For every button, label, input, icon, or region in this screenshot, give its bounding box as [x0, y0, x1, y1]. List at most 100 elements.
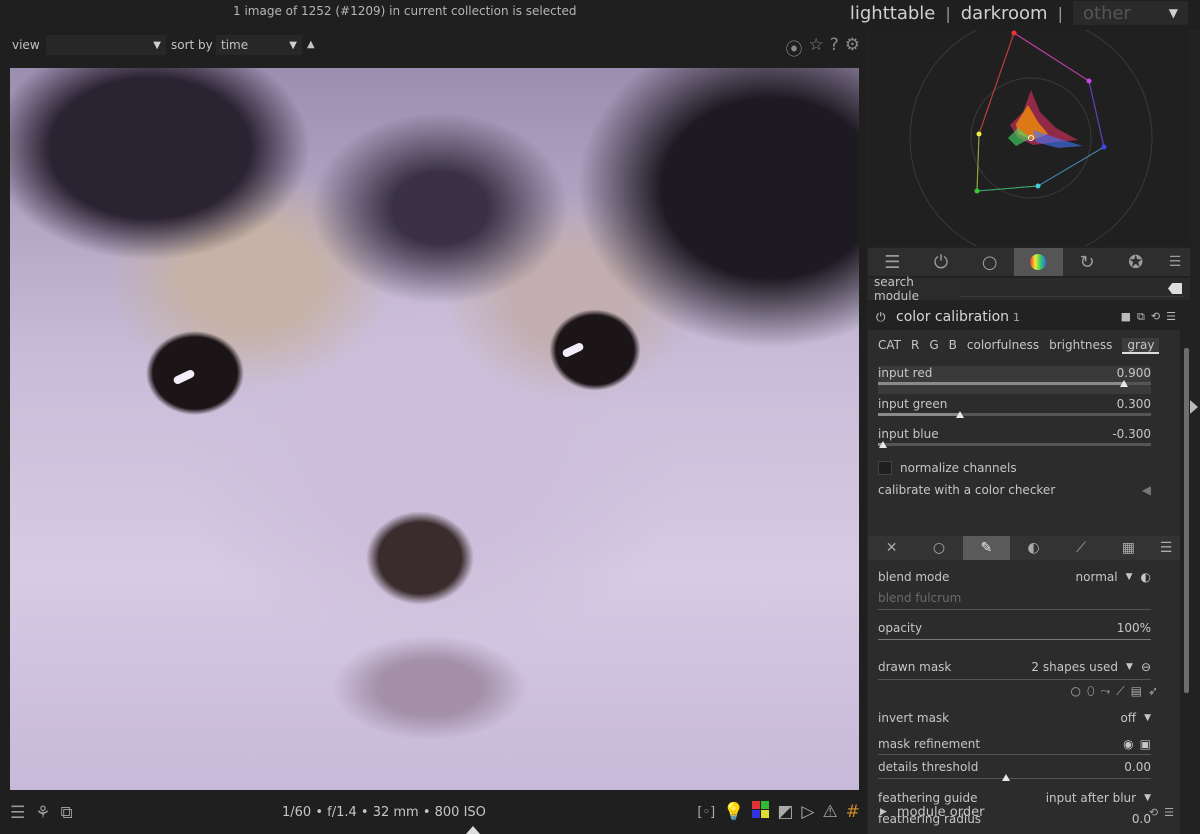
- drawn-mask-tab-icon[interactable]: ✎: [962, 536, 1010, 560]
- gamut-check-icon[interactable]: ▷: [801, 802, 814, 822]
- opacity-track[interactable]: [878, 639, 1151, 640]
- view-filter-dropdown[interactable]: ▼: [46, 35, 166, 55]
- collection-status: 1 image of 1252 (#1209) in current colle…: [233, 4, 577, 18]
- multi-instance-icon[interactable]: ⧉: [1137, 310, 1145, 324]
- raster-mask-tab-icon[interactable]: ▦: [1105, 536, 1152, 560]
- chevron-down-icon: ▼: [1126, 662, 1133, 672]
- mask-refinement-row[interactable]: mask refinement ◉ ▣: [878, 735, 1151, 753]
- module-body: CAT R G B colorfulness brightness gray i…: [868, 330, 1180, 834]
- input-blue-slider[interactable]: input blue -0.300: [878, 427, 1151, 455]
- expand-right-panel-icon[interactable]: [1190, 400, 1198, 414]
- help-icon[interactable]: ?: [830, 35, 839, 60]
- toolbar-icons: ⦿ ☆ ? ⚙: [785, 35, 860, 60]
- tab-brightness[interactable]: brightness: [1049, 338, 1112, 354]
- remove-shapes-icon[interactable]: ⊖: [1141, 660, 1151, 674]
- edited-image[interactable]: [10, 68, 859, 790]
- presets-icon[interactable]: ☰: [1164, 806, 1174, 819]
- guides-icon[interactable]: #: [846, 802, 860, 822]
- lightbulb-icon[interactable]: 💡: [723, 802, 744, 822]
- eye-icon[interactable]: ◉: [1123, 737, 1133, 751]
- blend-mode-value[interactable]: normal: [1076, 570, 1118, 584]
- styles-icon[interactable]: ⚘: [35, 803, 50, 823]
- module-order-row[interactable]: ▶ module order ⟲ ☰: [868, 800, 1180, 824]
- module-group-tabs: ☰ ⏻ ○ ↻ ✪ ☰: [868, 248, 1190, 276]
- gradient-shape-icon[interactable]: ▤: [1131, 684, 1142, 699]
- mask-off-tab-icon[interactable]: ✕: [868, 536, 915, 560]
- mask-indicator-icon[interactable]: ■: [1121, 310, 1131, 324]
- correct-modules-tab-icon[interactable]: ↻: [1063, 248, 1112, 276]
- vectorscope[interactable]: [868, 30, 1190, 246]
- bottom-right-icons: [◦] 💡 ◩ ▷ ⚠ #: [697, 801, 860, 823]
- color-assessment-icon[interactable]: [752, 801, 770, 823]
- color-labels-icon[interactable]: ⦿: [785, 35, 802, 60]
- drawn-mask-row[interactable]: drawn mask 2 shapes used ▼ ⊖: [878, 658, 1151, 676]
- expand-bottom-panel-icon[interactable]: [466, 826, 480, 834]
- tab-gray[interactable]: gray: [1122, 338, 1160, 354]
- hamburger-icon[interactable]: ☰: [1152, 536, 1180, 560]
- tab-g[interactable]: G: [929, 338, 938, 354]
- blend-mode-row[interactable]: blend mode normal ▼ ◐: [878, 568, 1151, 586]
- panel-scrollbar[interactable]: [1184, 348, 1189, 693]
- hamburger-icon[interactable]: ☰: [10, 803, 25, 823]
- module-header[interactable]: ⏻ color calibration 1 ■ ⧉ ⟲ ☰: [868, 304, 1180, 330]
- clear-search-icon[interactable]: [1168, 283, 1182, 294]
- brush-shape-icon[interactable]: ⟋: [1116, 684, 1124, 699]
- tab-r[interactable]: R: [911, 338, 919, 354]
- mask-display-icon[interactable]: ▣: [1140, 737, 1151, 751]
- active-modules-tab-icon[interactable]: ⏻: [917, 248, 966, 276]
- reset-icon[interactable]: ⟲: [1149, 806, 1158, 819]
- details-threshold-track[interactable]: [878, 778, 1151, 779]
- slider-label: input red: [878, 366, 933, 380]
- focus-peaking-icon[interactable]: [◦]: [697, 805, 715, 820]
- edit-shapes-icon[interactable]: ➶: [1148, 684, 1158, 699]
- slider-knob: [1119, 380, 1128, 387]
- uniform-mask-tab-icon[interactable]: ○: [915, 536, 962, 560]
- input-green-slider[interactable]: input green 0.300: [878, 397, 1151, 425]
- normalize-channels-checkbox[interactable]: [878, 461, 892, 475]
- tab-b[interactable]: B: [949, 338, 957, 354]
- drawn-parametric-mask-tab-icon[interactable]: ⟋: [1057, 536, 1104, 560]
- parametric-mask-tab-icon[interactable]: ◐: [1010, 536, 1057, 560]
- invert-mask-value[interactable]: off: [1120, 711, 1136, 725]
- slider-track: [878, 411, 1151, 418]
- ellipse-shape-icon[interactable]: ⬯: [1087, 684, 1095, 699]
- details-threshold-row[interactable]: details threshold 0.00: [878, 758, 1151, 776]
- opacity-row[interactable]: opacity 100%: [878, 619, 1151, 637]
- star-icon[interactable]: ☆: [808, 35, 823, 60]
- quick-access-tab-icon[interactable]: ☰: [868, 248, 917, 276]
- circle-shape-icon[interactable]: ○: [1071, 684, 1081, 699]
- view-other-dropdown[interactable]: other ▼: [1073, 1, 1188, 25]
- tab-colorfulness[interactable]: colorfulness: [967, 338, 1039, 354]
- path-shape-icon[interactable]: ⤳: [1101, 684, 1111, 699]
- blend-fulcrum-row[interactable]: blend fulcrum: [878, 589, 1151, 607]
- drawn-mask-value[interactable]: 2 shapes used: [1031, 660, 1118, 674]
- reset-icon[interactable]: ⟲: [1151, 310, 1160, 324]
- calibrate-color-checker-row[interactable]: calibrate with a color checker ◀: [878, 481, 1151, 499]
- effects-modules-tab-icon[interactable]: ✪: [1111, 248, 1160, 276]
- polarity-icon[interactable]: ◐: [1141, 570, 1151, 584]
- normalize-channels-row[interactable]: normalize channels: [878, 459, 1151, 477]
- sort-order-icon[interactable]: ▲: [307, 39, 315, 50]
- gear-icon[interactable]: ⚙: [845, 35, 860, 60]
- overexposed-warning-icon[interactable]: ⚠: [823, 802, 838, 822]
- second-window-icon[interactable]: ⧉: [61, 803, 73, 823]
- hamburger-icon[interactable]: ☰: [1160, 248, 1190, 276]
- tab-cat[interactable]: CAT: [878, 338, 901, 354]
- softproof-icon[interactable]: ◩: [777, 802, 793, 822]
- slider-knob[interactable]: [1002, 774, 1010, 781]
- invert-mask-row[interactable]: invert mask off ▼: [878, 709, 1151, 727]
- search-module-row: search module: [868, 275, 1190, 303]
- sort-dropdown[interactable]: time ▼: [216, 35, 302, 55]
- view-darkroom[interactable]: darkroom: [961, 3, 1048, 24]
- bottom-bar: ☰ ⚘ ⧉ 1/60 • f/1.4 • 32 mm • 800 ISO [◦]…: [0, 798, 866, 834]
- module-order-label: module order: [896, 804, 985, 820]
- input-red-slider[interactable]: input red 0.900: [878, 366, 1151, 394]
- collapse-left-icon[interactable]: ◀: [1142, 483, 1151, 497]
- power-icon[interactable]: ⏻: [876, 310, 896, 325]
- color-modules-tab-icon[interactable]: [1014, 248, 1063, 276]
- view-lighttable[interactable]: lighttable: [850, 3, 935, 24]
- search-module-input[interactable]: [960, 281, 1184, 297]
- details-threshold-value: 0.00: [1124, 760, 1151, 774]
- presets-icon[interactable]: ☰: [1166, 310, 1176, 324]
- base-modules-tab-icon[interactable]: ○: [965, 248, 1014, 276]
